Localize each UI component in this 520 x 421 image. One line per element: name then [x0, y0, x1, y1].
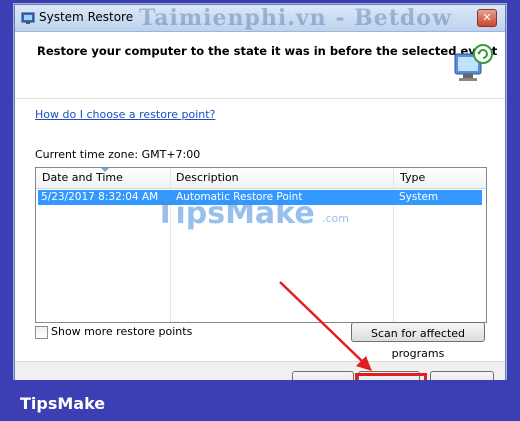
column-header-type[interactable]: Type: [400, 171, 425, 184]
column-header-date[interactable]: Date and Time: [42, 171, 123, 184]
watermark-middle: TipsMake: [155, 196, 315, 231]
watermark-middle-suffix: .com: [322, 212, 349, 225]
show-more-checkbox[interactable]: [35, 326, 48, 339]
system-restore-window: System Restore Taimienphi.vn - Betdow ✕ …: [14, 4, 506, 382]
footer-bar: TipsMake: [0, 380, 520, 421]
footer-brand: TipsMake: [20, 394, 106, 413]
system-restore-monitor-icon: [454, 44, 493, 81]
window-title: System Restore: [39, 10, 134, 24]
close-icon: ✕: [482, 11, 492, 24]
header-text: Restore your computer to the state it wa…: [37, 44, 498, 58]
column-header-description[interactable]: Description: [176, 171, 239, 184]
column-separator: [393, 168, 394, 188]
help-link[interactable]: How do I choose a restore point?: [35, 108, 215, 121]
watermark-top: Taimienphi.vn - Betdow: [139, 5, 452, 31]
show-more-label: Show more restore points: [51, 325, 193, 338]
header-panel: Restore your computer to the state it wa…: [15, 32, 505, 99]
close-button[interactable]: ✕: [477, 9, 497, 27]
title-bar[interactable]: System Restore Taimienphi.vn - Betdow ✕: [15, 5, 505, 32]
timezone-label: Current time zone: GMT+7:00: [35, 148, 201, 161]
sort-arrow-icon: [101, 168, 109, 172]
restore-point-list[interactable]: Date and Time Description Type 5/23/2017…: [35, 167, 487, 323]
column-separator: [170, 168, 171, 188]
row-type: System: [399, 191, 439, 203]
scan-affected-programs-button[interactable]: Scan for affected programs: [351, 322, 485, 360]
system-restore-icon: [21, 12, 35, 24]
column-separator: [393, 188, 394, 322]
list-header: Date and Time Description Type: [36, 168, 486, 189]
row-date: 5/23/2017 8:32:04 AM: [41, 191, 159, 203]
